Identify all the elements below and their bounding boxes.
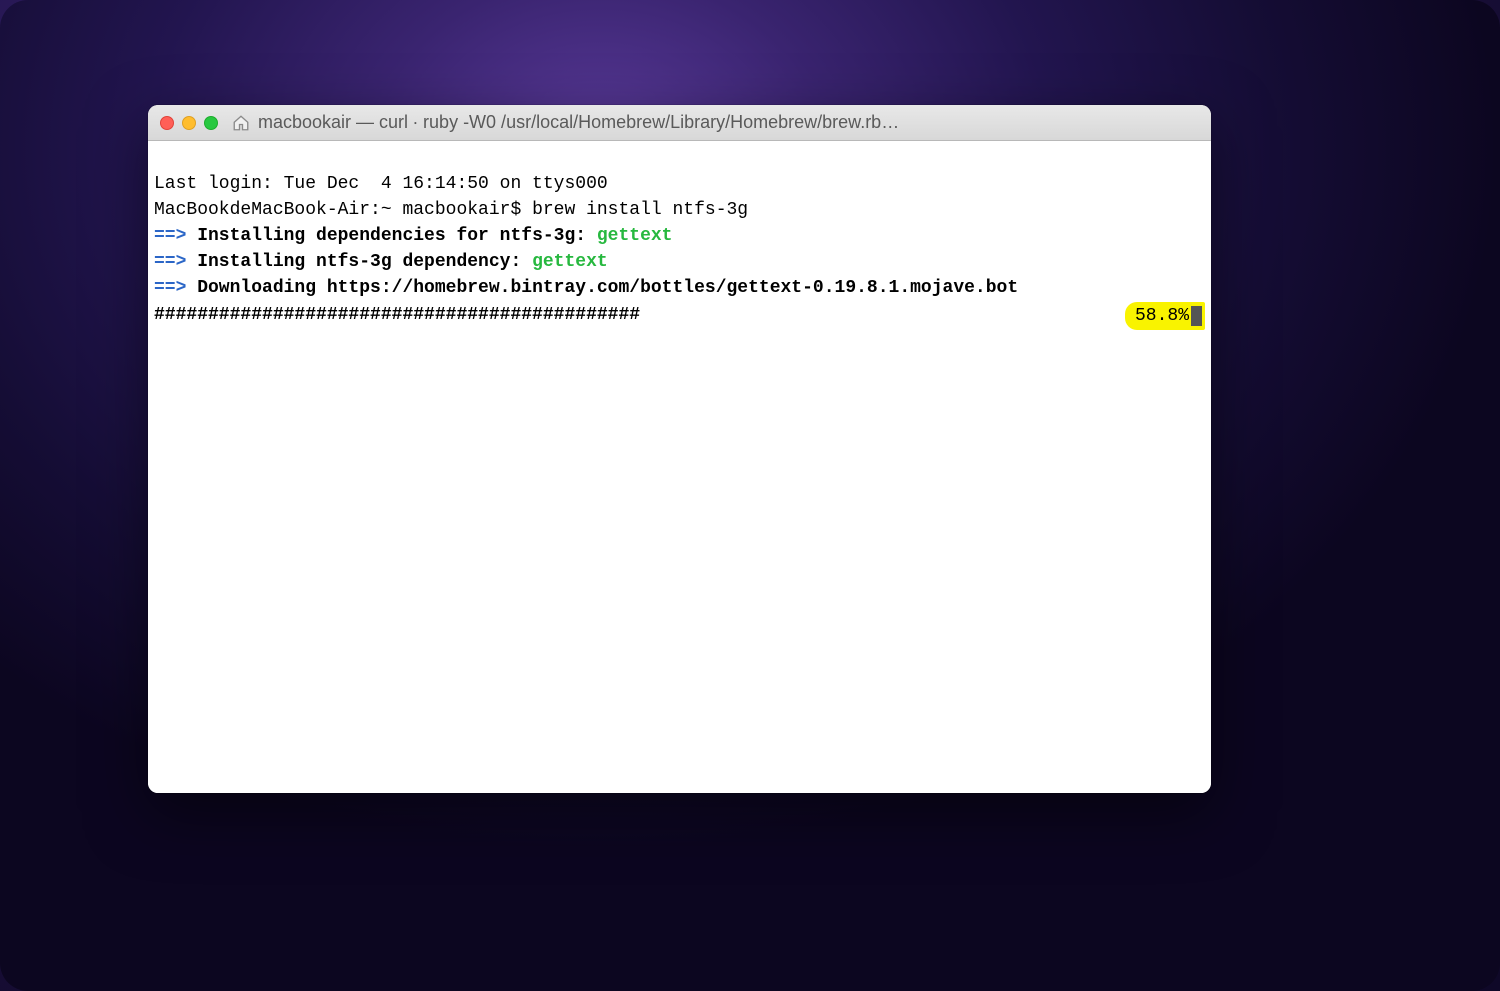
terminal-line-prompt: MacBookdeMacBook-Air:~ macbookair$ brew … <box>154 197 1205 223</box>
terminal-cursor <box>1191 306 1202 326</box>
window-title-bar[interactable]: macbookair — curl ∙ ruby -W0 /usr/local/… <box>148 105 1211 141</box>
brew-arrow-icon: ==> <box>154 278 186 298</box>
brew-step-text: Installing ntfs-3g dependency: <box>186 252 532 272</box>
progress-percent-badge: 58.8% <box>1125 302 1205 330</box>
terminal-line-download: ==> Downloading https://homebrew.bintray… <box>154 275 1205 301</box>
progress-percent-text: 58.8% <box>1135 303 1189 329</box>
brew-package-name: gettext <box>532 252 608 272</box>
close-button[interactable] <box>160 116 174 130</box>
command-text: brew install ntfs-3g <box>532 200 748 220</box>
traffic-lights <box>160 116 218 130</box>
title-content: macbookair — curl ∙ ruby -W0 /usr/local/… <box>232 112 1199 133</box>
window-title: macbookair — curl ∙ ruby -W0 /usr/local/… <box>258 112 899 133</box>
prompt-prefix: MacBookdeMacBook-Air:~ macbookair$ <box>154 200 532 220</box>
brew-step-text: Installing dependencies for ntfs-3g: <box>186 226 596 246</box>
brew-package-name: gettext <box>597 226 673 246</box>
brew-arrow-icon: ==> <box>154 252 186 272</box>
terminal-line-dep2: ==> Installing ntfs-3g dependency: gette… <box>154 249 1205 275</box>
terminal-line-progress: ########################################… <box>154 302 1205 328</box>
terminal-window[interactable]: macbookair — curl ∙ ruby -W0 /usr/local/… <box>148 105 1211 793</box>
progress-bar: ########################################… <box>154 302 640 328</box>
brew-download-text: Downloading https://homebrew.bintray.com… <box>186 278 1018 298</box>
desktop-background: macbookair — curl ∙ ruby -W0 /usr/local/… <box>0 0 1500 991</box>
terminal-body[interactable]: Last login: Tue Dec 4 16:14:50 on ttys00… <box>148 141 1211 793</box>
terminal-line-dep1: ==> Installing dependencies for ntfs-3g:… <box>154 223 1205 249</box>
brew-arrow-icon: ==> <box>154 226 186 246</box>
minimize-button[interactable] <box>182 116 196 130</box>
maximize-button[interactable] <box>204 116 218 130</box>
terminal-line-login: Last login: Tue Dec 4 16:14:50 on ttys00… <box>154 171 1205 197</box>
home-icon <box>232 114 250 132</box>
